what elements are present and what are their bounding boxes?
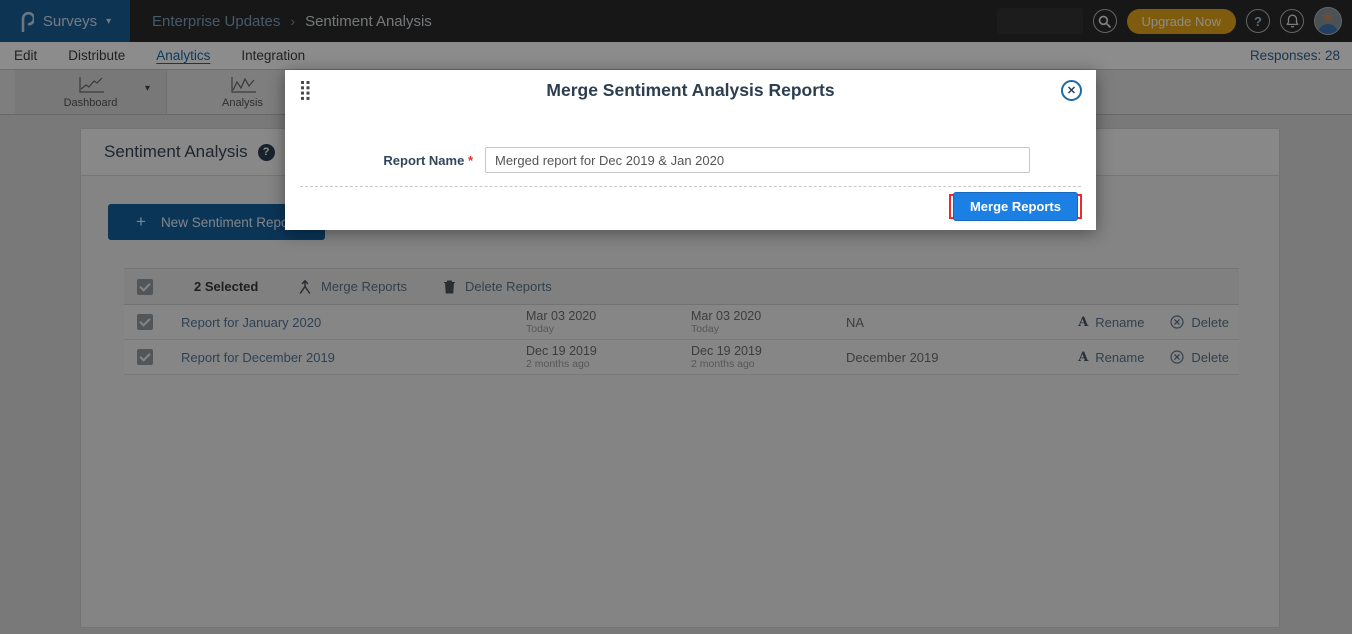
required-marker: * <box>468 153 473 168</box>
modal-divider <box>300 186 1081 187</box>
merge-reports-modal: Merge Sentiment Analysis Reports ✕ Repor… <box>285 70 1096 230</box>
drag-handle-icon[interactable] <box>301 81 310 100</box>
highlight-annotation: Merge Reports <box>949 194 1082 219</box>
modal-close-button[interactable]: ✕ <box>1061 80 1082 101</box>
report-name-input[interactable] <box>485 147 1030 173</box>
report-name-label: Report Name * <box>285 153 473 168</box>
modal-body: Report Name * <box>285 147 1096 173</box>
merge-reports-submit-button[interactable]: Merge Reports <box>953 192 1078 221</box>
modal-header: Merge Sentiment Analysis Reports ✕ <box>285 70 1096 110</box>
modal-title: Merge Sentiment Analysis Reports <box>546 80 834 101</box>
modal-footer: Merge Reports <box>949 192 1082 221</box>
close-icon: ✕ <box>1067 84 1076 97</box>
app-window: Surveys ▾ Enterprise Updates › Sentiment… <box>0 0 1352 634</box>
